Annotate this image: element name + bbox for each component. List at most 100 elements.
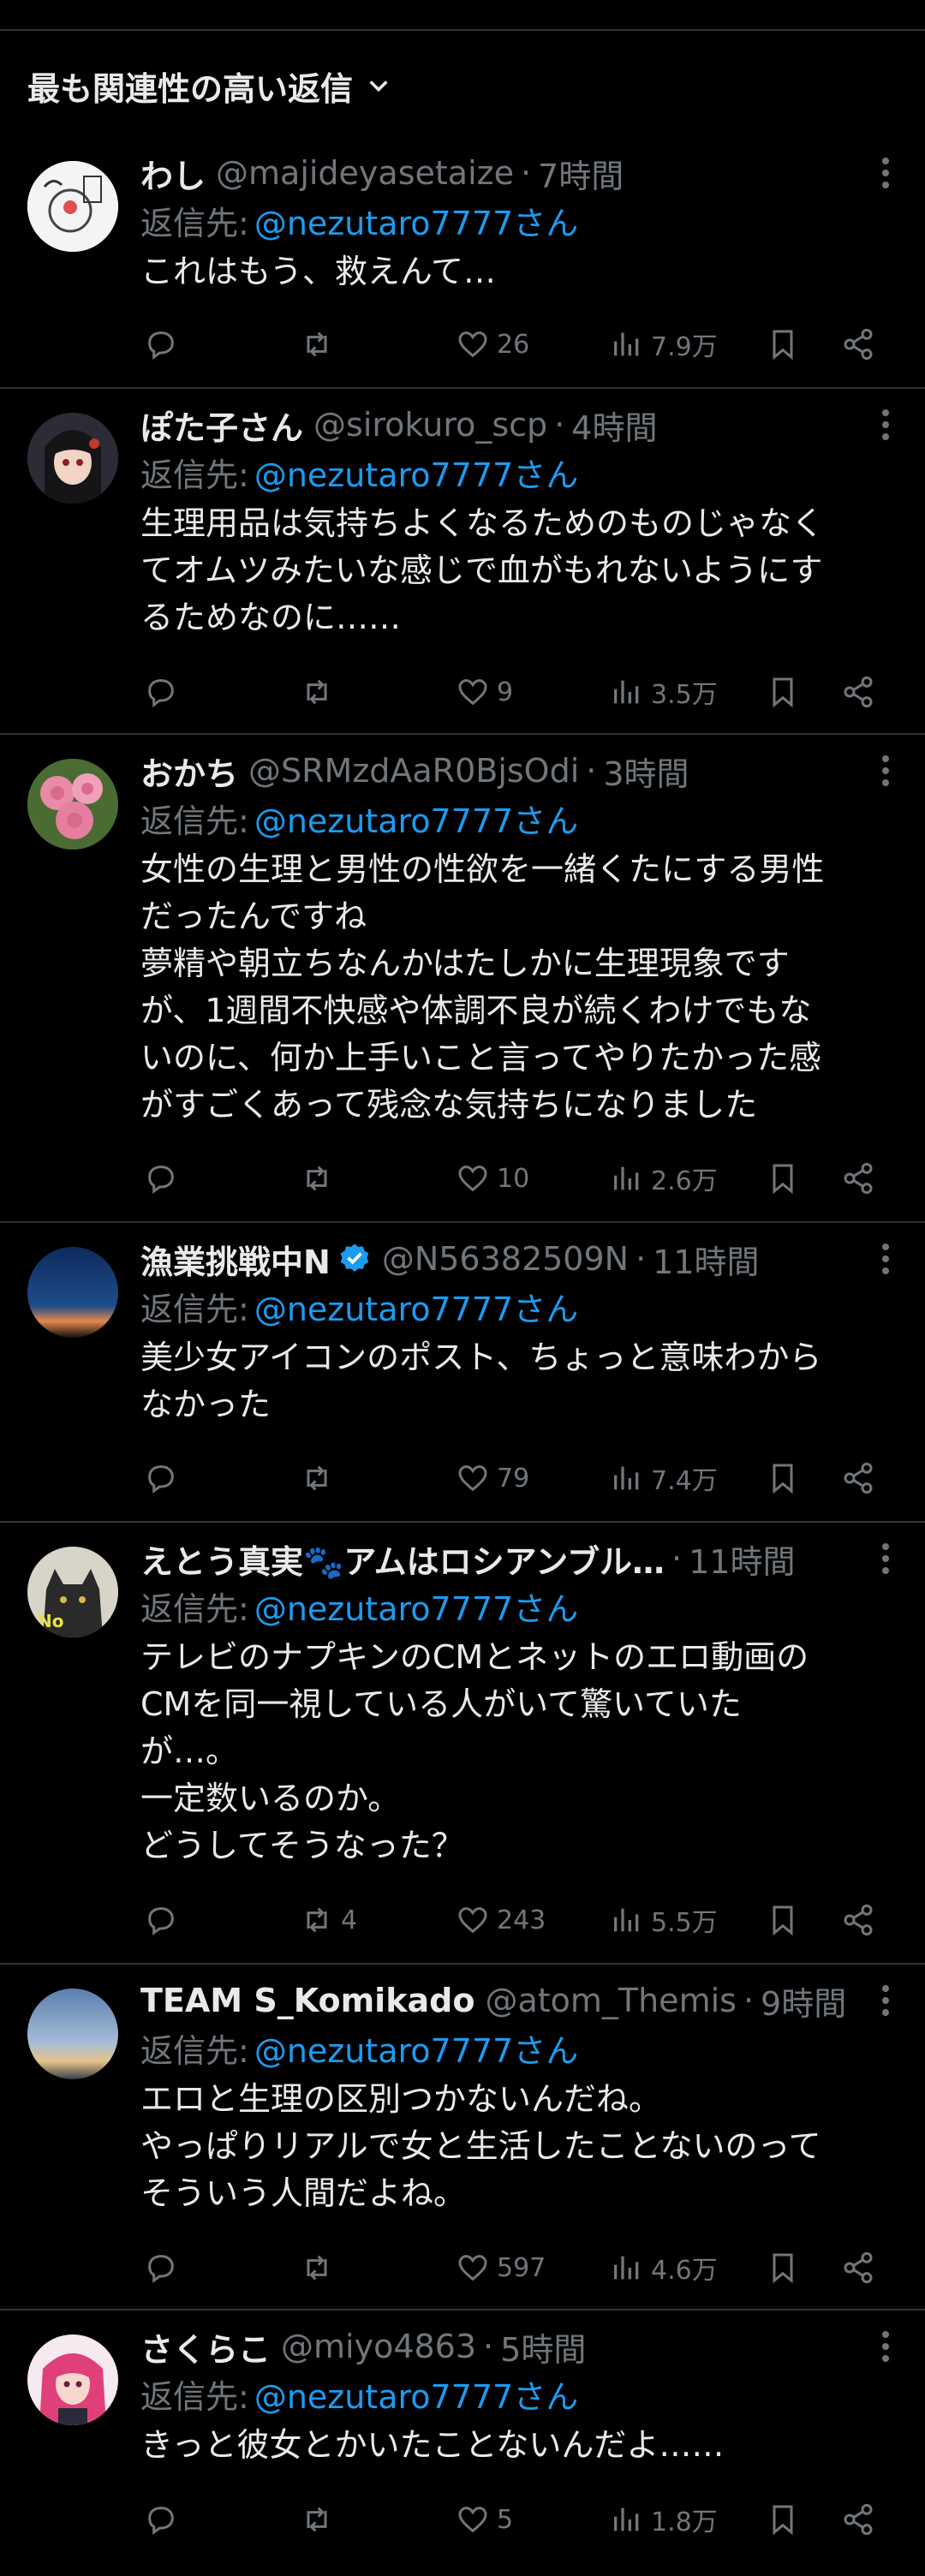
reply-post[interactable]: ぽた子さん @sirokuro_scp · 4時間 返信先: @nezutaro… [0,389,925,735]
reply-button[interactable] [144,2244,185,2292]
display-name[interactable]: さくらこ [140,2323,271,2370]
views-button[interactable]: 3.5万 [610,668,718,716]
mention-link[interactable]: @nezutaro7777さん [254,2370,578,2418]
mention-link[interactable]: @nezutaro7777さん [254,1583,578,1630]
post-text: エロと生理の区別つかないんだね。 やっぱりリアルで女と生活したことないのって そ… [140,2080,821,2212]
post-time[interactable]: 9時間 [761,1977,846,2024]
reply-button[interactable] [144,2496,185,2543]
share-icon [844,328,873,361]
views-button[interactable]: 7.4万 [610,1454,718,1502]
reply-post[interactable]: 漁業挑戦中N @N56382509N · 11時間 返信先: @nezutaro… [0,1223,925,1523]
repost-icon [307,331,327,357]
like-button[interactable]: 79 [456,1454,529,1502]
avatar[interactable] [27,2334,118,2425]
like-button[interactable]: 9 [456,668,513,716]
views-button[interactable]: 7.9万 [610,320,718,368]
mention-link[interactable]: @nezutaro7777さん [254,2024,578,2072]
bookmark-button[interactable] [766,1154,800,1202]
like-button[interactable]: 10 [456,1154,529,1202]
reply-post[interactable]: さくらこ @miyo4863 · 5時間 返信先: @nezutaro7777さ… [0,2311,925,2576]
post-time[interactable]: 5時間 [500,2323,586,2370]
share-button[interactable] [841,2496,875,2543]
share-button[interactable] [841,1896,875,1944]
avatar[interactable] [27,161,118,252]
like-button[interactable]: 243 [456,1896,546,1944]
user-handle[interactable]: @N56382509N [382,1240,629,1278]
mention-link[interactable]: @nezutaro7777さん [254,197,578,244]
views-button[interactable]: 4.6万 [610,2244,718,2292]
repost-button[interactable] [300,1454,341,1502]
reply-post[interactable]: おかち @SRMzdAaR0BjsOdi · 3時間 返信先: @nezutar… [0,735,925,1223]
display-name[interactable]: えとう真実🐾アムはロシアンブル… [140,1535,665,1583]
mention-link[interactable]: @nezutaro7777さん [254,449,578,496]
svg-text:No: No [38,1611,63,1631]
separator-dot: · [671,1540,683,1577]
display-name[interactable]: ぽた子さん [140,402,303,449]
views-button[interactable]: 1.8万 [610,2496,718,2543]
reply-button[interactable] [144,1896,185,1944]
repost-button[interactable] [300,1154,341,1202]
repost-button[interactable] [300,668,341,716]
reply-post[interactable]: わし @majideyasetaize · 7時間 返信先: @nezutaro… [0,144,925,389]
like-button[interactable]: 5 [456,2496,513,2543]
share-button[interactable] [841,320,875,368]
reply-button[interactable] [144,668,185,716]
more-icon[interactable] [880,1541,891,1576]
post-time[interactable]: 3時間 [603,748,689,795]
post-time[interactable]: 11時間 [689,1535,795,1583]
bookmark-button[interactable] [766,1896,800,1944]
like-count: 5 [497,2504,514,2535]
views-button[interactable]: 5.5万 [610,1896,718,1944]
avatar[interactable] [27,1247,118,1338]
share-button[interactable] [841,1454,875,1502]
user-handle[interactable]: @atom_Themis [485,1982,737,2019]
bookmark-button[interactable] [766,2244,800,2292]
avatar[interactable] [27,1989,118,2079]
reply-post[interactable]: No えとう真実🐾アムはロシアンブル… · 11時間 返信先: @nezutar… [0,1523,925,1965]
reply-icon [148,679,174,707]
repost-button[interactable] [300,320,341,368]
repost-button[interactable] [300,2244,341,2292]
avatar[interactable] [27,413,118,504]
share-button[interactable] [841,2244,875,2292]
share-button[interactable] [841,1154,875,1202]
more-icon[interactable] [880,1242,891,1276]
post-header: ぽた子さん @sirokuro_scp · 4時間 [140,401,865,449]
post-time[interactable]: 7時間 [538,150,624,197]
reply-button[interactable] [144,1154,185,1202]
repost-button[interactable] [300,2496,341,2543]
user-handle[interactable]: @miyo4863 [281,2328,476,2365]
reply-button[interactable] [144,1454,185,1502]
reply-post[interactable]: TEAM S_Komikado @atom_Themis · 9時間 返信先: … [0,1965,925,2311]
repost-button[interactable]: 4 [300,1896,357,1944]
more-icon[interactable] [880,2329,891,2364]
display-name[interactable]: わし [140,150,206,197]
more-icon[interactable] [880,408,891,442]
display-name[interactable]: 漁業挑戦中N [140,1236,331,1283]
share-button[interactable] [841,668,875,716]
post-time[interactable]: 11時間 [653,1236,759,1283]
views-button[interactable]: 2.6万 [610,1154,718,1202]
mention-link[interactable]: @nezutaro7777さん [254,1283,578,1330]
user-handle[interactable]: @sirokuro_scp [313,406,547,444]
mention-link[interactable]: @nezutaro7777さん [254,795,578,842]
bookmark-button[interactable] [766,668,800,716]
more-icon[interactable] [880,1983,891,2018]
user-handle[interactable]: @SRMzdAaR0BjsOdi [248,752,579,790]
more-icon[interactable] [880,156,891,190]
avatar[interactable]: No [27,1547,118,1637]
sort-selector[interactable]: 最も関連性の高い返信 [27,60,391,111]
user-handle[interactable]: @majideyasetaize [216,154,514,192]
reply-button[interactable] [144,320,185,368]
bookmark-button[interactable] [766,1454,800,1502]
like-button[interactable]: 26 [456,320,529,368]
more-icon[interactable] [880,754,891,788]
display-name[interactable]: TEAM S_Komikado [140,1982,474,2019]
bookmark-button[interactable] [766,320,800,368]
avatar[interactable] [27,759,118,850]
display-name[interactable]: おかち [140,748,238,795]
post-time[interactable]: 4時間 [571,402,657,449]
like-button[interactable]: 597 [456,2244,546,2292]
action-bar: 4 243 5.5万 [140,1896,894,1944]
bookmark-button[interactable] [766,2496,800,2543]
